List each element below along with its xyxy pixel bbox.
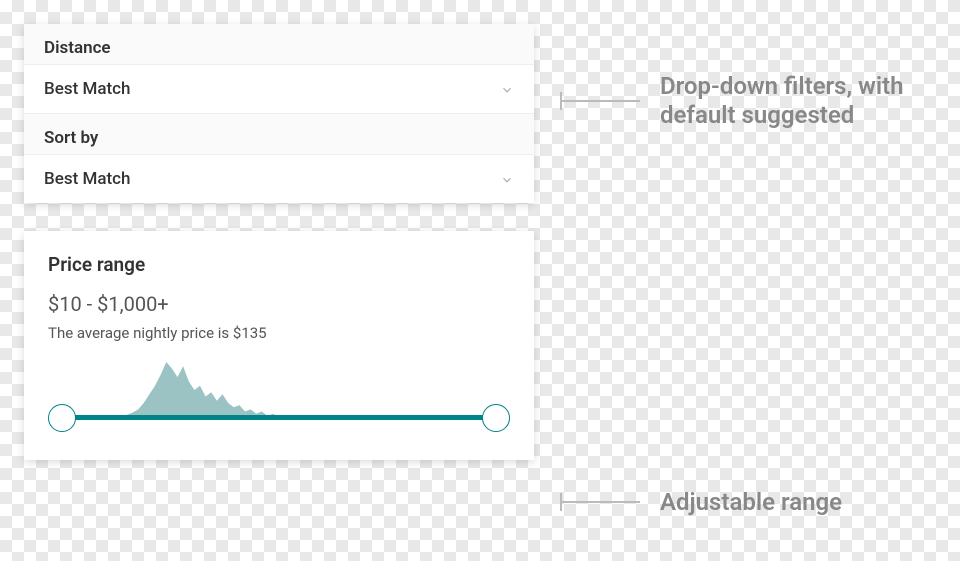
slider-track bbox=[62, 415, 496, 420]
annotation-line-icon bbox=[560, 100, 640, 102]
sortby-value: Best Match bbox=[44, 169, 131, 189]
price-average-note: The average nightly price is $135 bbox=[48, 324, 510, 342]
price-range-card: Price range $10 - $1,000+ The average ni… bbox=[24, 231, 534, 460]
slider-handle-max[interactable] bbox=[482, 404, 510, 432]
annotation-line-icon bbox=[560, 501, 640, 503]
distance-filter-section: Distance Best Match bbox=[24, 24, 534, 114]
slider-handle-min[interactable] bbox=[48, 404, 76, 432]
distance-label: Distance bbox=[24, 24, 534, 64]
annotation-range: Adjustable range bbox=[560, 488, 842, 517]
distance-value: Best Match bbox=[44, 79, 131, 99]
filters-card: Distance Best Match Sort by Best Match bbox=[24, 24, 534, 203]
price-slider[interactable] bbox=[62, 362, 496, 432]
sortby-filter-section: Sort by Best Match bbox=[24, 114, 534, 203]
price-range-title: Price range bbox=[48, 253, 510, 276]
price-histogram-chart bbox=[62, 362, 522, 418]
price-range-value: $10 - $1,000+ bbox=[48, 292, 510, 316]
annotation-range-text: Adjustable range bbox=[660, 488, 842, 517]
annotation-dropdown: Drop-down filters, with default suggeste… bbox=[560, 72, 940, 130]
sortby-dropdown[interactable]: Best Match bbox=[24, 154, 534, 203]
chevron-down-icon bbox=[500, 172, 514, 186]
sortby-label: Sort by bbox=[24, 114, 534, 154]
annotation-dropdown-text: Drop-down filters, with default suggeste… bbox=[660, 72, 940, 130]
distance-dropdown[interactable]: Best Match bbox=[24, 64, 534, 113]
chevron-down-icon bbox=[500, 82, 514, 96]
